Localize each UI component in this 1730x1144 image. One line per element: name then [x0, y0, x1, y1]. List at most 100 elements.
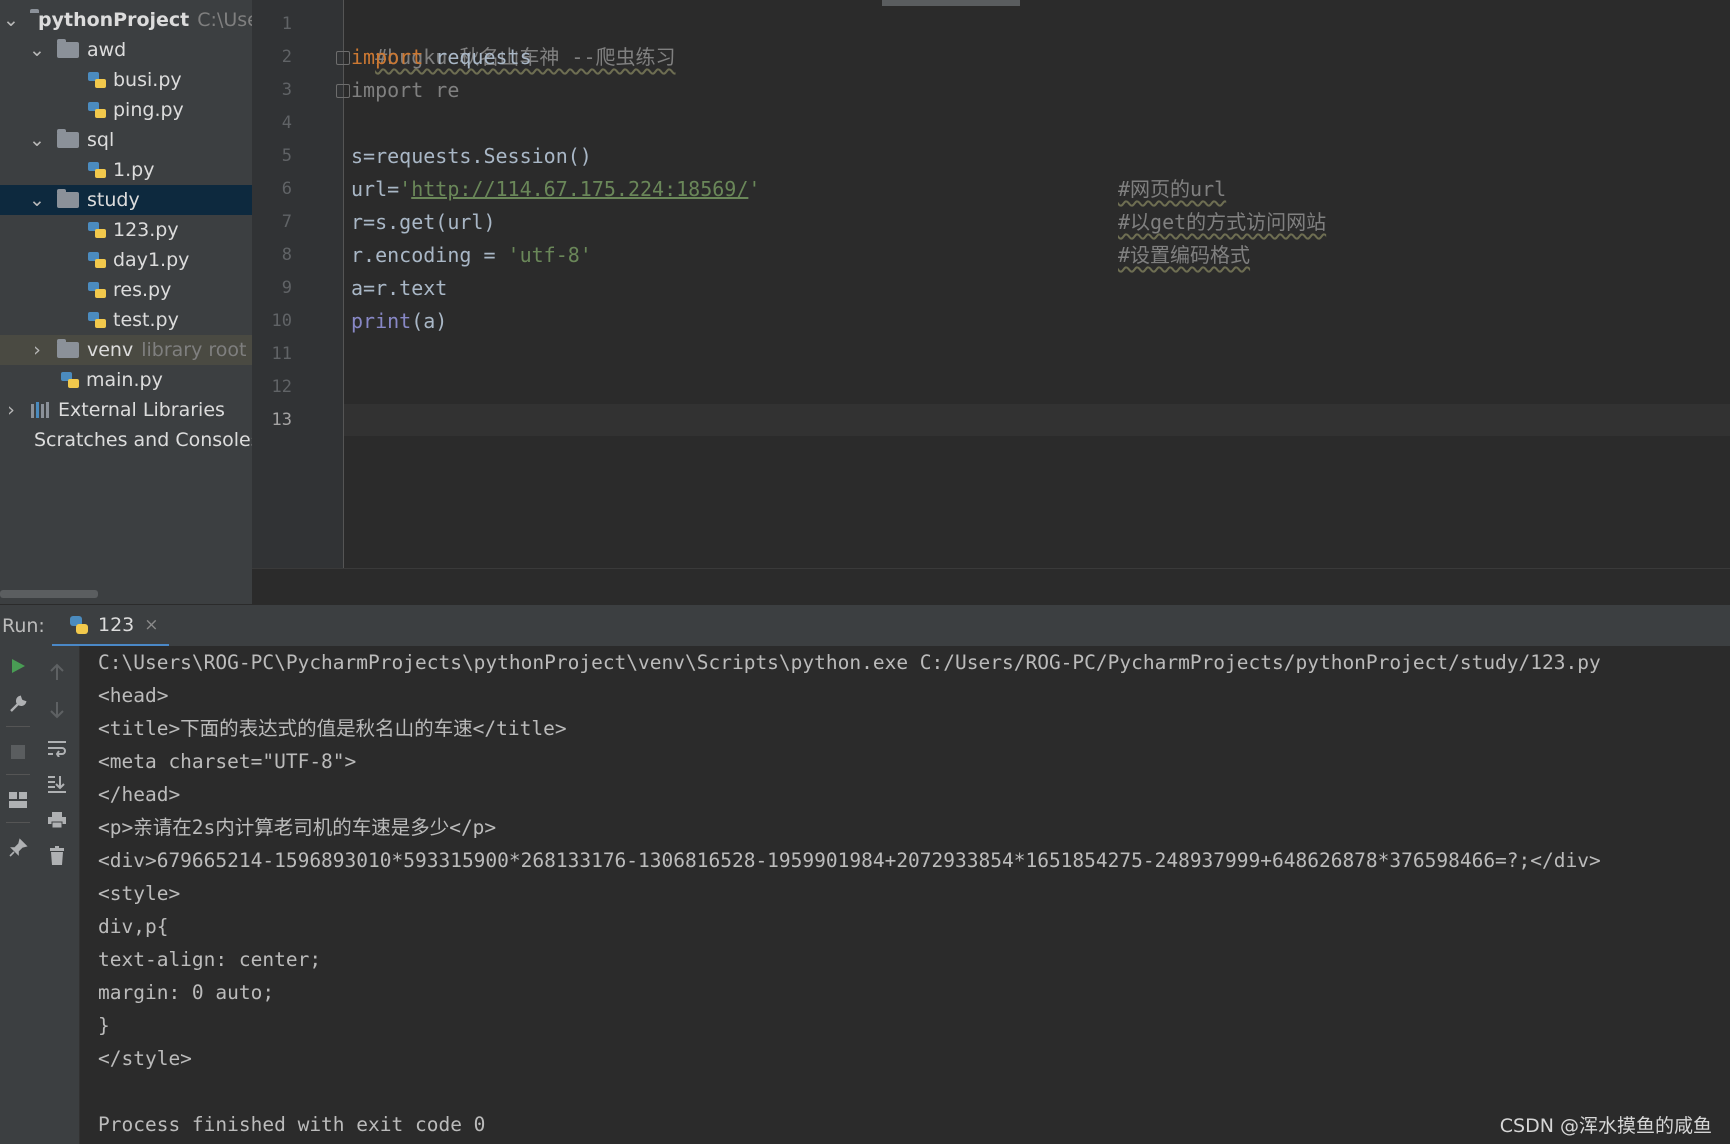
python-file-icon: [88, 222, 106, 238]
tree-item-ping-py[interactable]: ping.py: [0, 95, 252, 125]
soft-wrap-icon[interactable]: [43, 734, 71, 762]
python-icon: [70, 615, 88, 634]
console-line: </style>: [98, 1047, 192, 1070]
tree-item-test-py[interactable]: test.py: [0, 305, 252, 335]
editor-bottom-bar: [252, 568, 1730, 605]
toolbar-separator: [6, 822, 30, 823]
console-line: <style>: [98, 882, 181, 905]
fold-marker-icon[interactable]: [336, 51, 350, 65]
project-tree-panel: ⌄ pythonProject C:\User ⌄ awd busi.py pi…: [0, 0, 252, 604]
chevron-right-icon[interactable]: ›: [28, 339, 46, 361]
tree-item-label: 1.py: [113, 159, 155, 181]
tree-item-label: awd: [87, 39, 127, 61]
pin-icon[interactable]: [4, 834, 32, 862]
tree-item-awd[interactable]: ⌄ awd: [0, 35, 252, 65]
code-line-8: r.encoding = 'utf-8': [351, 239, 592, 272]
code-text: (a): [411, 309, 448, 333]
tree-item-main-py[interactable]: main.py: [0, 365, 252, 395]
code-keyword: import: [351, 45, 424, 69]
tree-item-res-py[interactable]: res.py: [0, 275, 252, 305]
tree-item-day1-py[interactable]: day1.py: [0, 245, 252, 275]
code-text: r.encoding =: [351, 243, 508, 267]
console-line: <title>下面的表达式的值是秋名山的车速</title>: [98, 717, 567, 740]
up-arrow-icon[interactable]: [43, 658, 71, 686]
tree-item-label: pythonProject: [38, 9, 190, 31]
project-horizontal-scrollbar[interactable]: [0, 590, 98, 598]
tree-item-label: study: [87, 189, 140, 211]
code-text: s=requests.Session(): [351, 144, 592, 168]
tree-item-external-libraries[interactable]: › External Libraries: [0, 395, 252, 425]
line-number: 10: [271, 311, 292, 331]
tree-item-label: test.py: [113, 309, 179, 331]
scroll-to-end-icon[interactable]: [43, 770, 71, 798]
tree-item-label: Scratches and Consoles: [34, 429, 252, 451]
tree-item-sql[interactable]: ⌄ sql: [0, 125, 252, 155]
code-editor[interactable]: [344, 0, 1730, 568]
tree-item-label: sql: [87, 129, 115, 151]
code-comment-url: #网页的url: [1118, 173, 1226, 206]
run-tab-123[interactable]: 123 ×: [52, 605, 169, 647]
tree-item-label: res.py: [113, 279, 172, 301]
code-text: url=: [351, 177, 400, 201]
close-icon[interactable]: ×: [144, 615, 158, 635]
python-file-icon: [88, 162, 106, 178]
tree-item-1-py[interactable]: 1.py: [0, 155, 252, 185]
python-file-icon: [88, 252, 106, 268]
chevron-down-icon[interactable]: ⌄: [28, 189, 46, 211]
line-number: 6: [281, 179, 292, 199]
python-file-icon: [88, 312, 106, 328]
library-root-hint: library root: [141, 339, 247, 361]
run-icon[interactable]: [4, 652, 32, 680]
tree-item-venv[interactable]: › venv library root: [0, 335, 252, 365]
chevron-right-icon[interactable]: ›: [2, 399, 20, 421]
console-exit-line: Process finished with exit code 0: [98, 1113, 486, 1136]
fold-marker-icon[interactable]: [336, 84, 350, 98]
python-file-icon: [88, 282, 106, 298]
tree-item-label: External Libraries: [58, 399, 225, 421]
tree-item-scratches[interactable]: Scratches and Consoles: [0, 425, 252, 455]
tree-item-study[interactable]: ⌄ study: [0, 185, 252, 215]
watermark: CSDN @浑水摸鱼的咸鱼: [1499, 1115, 1712, 1137]
line-number: 11: [271, 344, 292, 364]
trash-icon[interactable]: [43, 842, 71, 870]
tree-item-label: ping.py: [113, 99, 184, 121]
code-builtin: print: [351, 309, 412, 333]
run-panel-label: Run:: [2, 615, 45, 637]
print-icon[interactable]: [43, 806, 71, 834]
chevron-down-icon[interactable]: ⌄: [28, 129, 46, 151]
python-file-icon: [88, 72, 106, 88]
layout-icon[interactable]: [4, 786, 32, 814]
code-line-2: import requests: [351, 41, 532, 74]
line-number: 2: [281, 47, 292, 67]
code-line-5: s=requests.Session(): [351, 140, 592, 173]
line-number: 7: [281, 212, 292, 232]
chevron-down-icon[interactable]: ⌄: [28, 39, 46, 61]
console-line: text-align: center;: [98, 948, 322, 971]
line-number: 5: [281, 146, 292, 166]
code-text: a=r.text: [351, 276, 448, 300]
wrench-icon[interactable]: [4, 690, 32, 718]
code-string-quote: ': [748, 177, 761, 201]
tree-item-label: day1.py: [113, 249, 190, 271]
tree-item-label: venv: [87, 339, 134, 361]
code-url-link[interactable]: http://114.67.175.224:18569/: [411, 177, 748, 201]
tree-item-label: main.py: [86, 369, 163, 391]
console-line: }: [98, 1014, 110, 1037]
tree-item-label: 123.py: [113, 219, 179, 241]
down-arrow-icon[interactable]: [43, 696, 71, 724]
stop-icon[interactable]: [4, 738, 32, 766]
chevron-down-icon[interactable]: ⌄: [2, 9, 20, 31]
code-comment-get: #以get的方式访问网站: [1118, 206, 1326, 239]
tree-item-busi-py[interactable]: busi.py: [0, 65, 252, 95]
code-line-10: print(a): [351, 305, 447, 338]
tree-item-123-py[interactable]: 123.py: [0, 215, 252, 245]
console-line: <div>679665214-1596893010*593315900*2681…: [98, 849, 1601, 872]
python-file-icon: [61, 372, 79, 388]
console-line: div,p{: [98, 915, 169, 938]
tree-item-root[interactable]: ⌄ pythonProject C:\User: [0, 5, 252, 35]
code-line-6: url='http://114.67.175.224:18569/': [351, 173, 760, 206]
run-tab-label: 123: [98, 613, 135, 636]
toolbar-separator: [6, 726, 30, 727]
console-line: </head>: [98, 783, 181, 806]
run-panel-header: Run: 123 ×: [0, 604, 1730, 647]
